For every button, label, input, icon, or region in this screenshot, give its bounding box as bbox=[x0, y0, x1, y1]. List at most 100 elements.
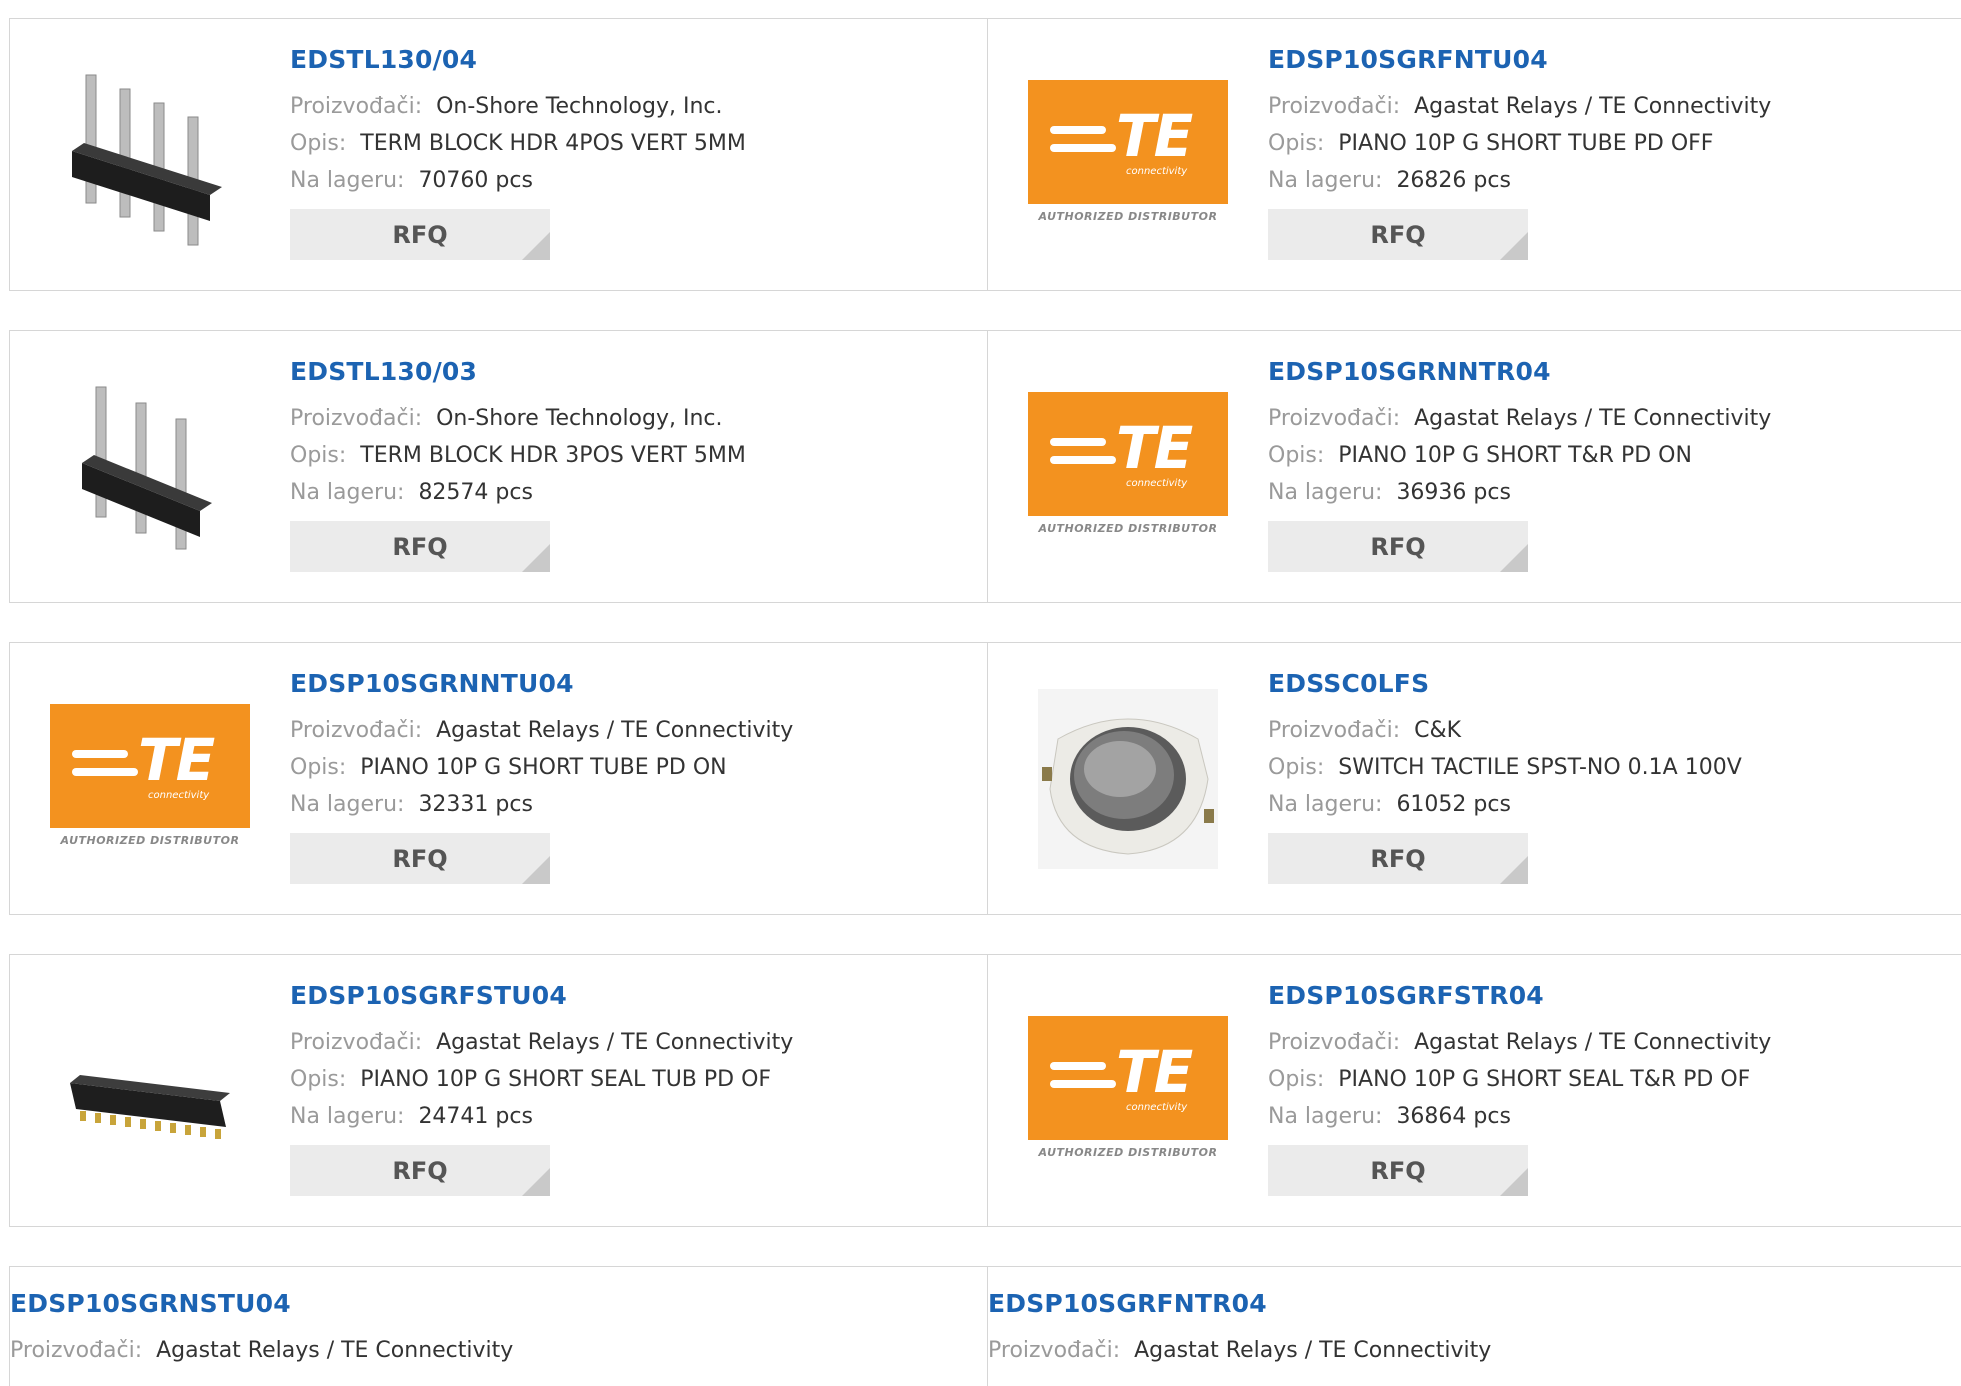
stock-value: 70760 pcs bbox=[418, 168, 533, 193]
stock-value: 36936 pcs bbox=[1396, 480, 1511, 505]
te-logo-letters: TE bbox=[1116, 1038, 1193, 1106]
description-label: Opis: bbox=[290, 755, 347, 780]
stock-label: Na lageru: bbox=[1268, 168, 1383, 193]
manufacturer-value: Agastat Relays / TE Connectivity bbox=[1134, 1338, 1492, 1363]
part-number-link[interactable]: EDSP10SGRNNTR04 bbox=[1268, 357, 1771, 386]
description-label: Opis: bbox=[290, 131, 347, 156]
part-number-link[interactable]: EDSP10SGRFNTU04 bbox=[1268, 45, 1771, 74]
product-image[interactable]: TE connectivity AUTHORIZED DISTRIBUTOR bbox=[1028, 55, 1228, 255]
description-value: SWITCH TACTILE SPST-NO 0.1A 100V bbox=[1338, 755, 1742, 780]
manufacturer-value: Agastat Relays / TE Connectivity bbox=[436, 1030, 794, 1055]
manufacturer-label: Proizvođači: bbox=[1268, 406, 1401, 431]
part-number-link[interactable]: EDSP10SGRFSTR04 bbox=[1268, 981, 1771, 1010]
rfq-button[interactable]: RFQ bbox=[290, 1145, 550, 1196]
product-image[interactable] bbox=[50, 991, 250, 1191]
te-logo-subtitle: connectivity bbox=[1126, 478, 1188, 489]
manufacturer-label: Proizvođači: bbox=[290, 406, 423, 431]
product-row: EDSTL130/03 Proizvođači: On-Shore Technol… bbox=[9, 330, 1961, 603]
description-value: PIANO 10P G SHORT TUBE PD ON bbox=[360, 755, 727, 780]
stock-value: 36864 pcs bbox=[1396, 1104, 1511, 1129]
rfq-button[interactable]: RFQ bbox=[1268, 833, 1528, 884]
part-number-link[interactable]: EDSSC0LFS bbox=[1268, 669, 1742, 698]
part-number-link[interactable]: EDSTL130/03 bbox=[290, 357, 746, 386]
product-card: TE connectivity AUTHORIZED DISTRIBUTOR E… bbox=[10, 643, 988, 914]
corner-decoration bbox=[522, 856, 550, 884]
product-image[interactable] bbox=[1028, 679, 1228, 879]
stock-label: Na lageru: bbox=[1268, 480, 1383, 505]
part-number-link[interactable]: EDSP10SGRFSTU04 bbox=[290, 981, 793, 1010]
manufacturer-value: On-Shore Technology, Inc. bbox=[436, 406, 723, 431]
rfq-label: RFQ bbox=[1370, 220, 1426, 249]
manufacturer-label: Proizvođači: bbox=[1268, 94, 1401, 119]
manufacturer-value: Agastat Relays / TE Connectivity bbox=[1414, 406, 1772, 431]
stock-label: Na lageru: bbox=[290, 1104, 405, 1129]
description-label: Opis: bbox=[290, 443, 347, 468]
product-image[interactable]: TE connectivity AUTHORIZED DISTRIBUTOR bbox=[1028, 367, 1228, 567]
pin-header-image bbox=[72, 74, 222, 246]
product-image[interactable] bbox=[50, 55, 250, 255]
description-value: PIANO 10P G SHORT SEAL TUB PD OF bbox=[360, 1067, 772, 1092]
dip-switch-image bbox=[70, 1075, 230, 1139]
manufacturer-label: Proizvođači: bbox=[988, 1338, 1121, 1363]
authorized-distributor-text: AUTHORIZED DISTRIBUTOR bbox=[1038, 1146, 1218, 1159]
description-value: PIANO 10P G SHORT TUBE PD OFF bbox=[1338, 131, 1714, 156]
rfq-button[interactable]: RFQ bbox=[1268, 209, 1528, 260]
part-number-link[interactable]: EDSP10SGRNNTU04 bbox=[290, 669, 793, 698]
manufacturer-label: Proizvođači: bbox=[1268, 1030, 1401, 1055]
part-number-link[interactable]: EDSTL130/04 bbox=[290, 45, 746, 74]
product-row: EDSP10SGRFSTU04 Proizvođači: Agastat Rela… bbox=[9, 954, 1961, 1227]
te-logo-subtitle: connectivity bbox=[1126, 166, 1188, 177]
manufacturer-label: Proizvođači: bbox=[290, 94, 423, 119]
product-card: EDSTL130/03 Proizvođači: On-Shore Technol… bbox=[10, 331, 988, 602]
product-card: EDSP10SGRFNTR04 Proizvođači: Agastat Rela… bbox=[988, 1267, 1961, 1386]
stock-label: Na lageru: bbox=[1268, 1104, 1383, 1129]
stock-value: 26826 pcs bbox=[1396, 168, 1511, 193]
te-logo-subtitle: connectivity bbox=[148, 790, 210, 801]
description-label: Opis: bbox=[1268, 1067, 1325, 1092]
description-value: TERM BLOCK HDR 4POS VERT 5MM bbox=[360, 131, 746, 156]
te-connectivity-logo: TE connectivity AUTHORIZED DISTRIBUTOR bbox=[1028, 80, 1228, 230]
rfq-button[interactable]: RFQ bbox=[290, 209, 550, 260]
authorized-distributor-text: AUTHORIZED DISTRIBUTOR bbox=[60, 834, 240, 847]
rfq-label: RFQ bbox=[392, 844, 448, 873]
te-connectivity-logo: TE connectivity AUTHORIZED DISTRIBUTOR bbox=[50, 704, 250, 854]
stock-value: 24741 pcs bbox=[418, 1104, 533, 1129]
pin-header-image bbox=[82, 386, 212, 550]
product-image[interactable]: TE connectivity AUTHORIZED DISTRIBUTOR bbox=[1028, 991, 1228, 1191]
manufacturer-value: Agastat Relays / TE Connectivity bbox=[436, 718, 794, 743]
rfq-label: RFQ bbox=[392, 220, 448, 249]
rfq-label: RFQ bbox=[1370, 1156, 1426, 1185]
description-value: TERM BLOCK HDR 3POS VERT 5MM bbox=[360, 443, 746, 468]
manufacturer-value: On-Shore Technology, Inc. bbox=[436, 94, 723, 119]
description-value: PIANO 10P G SHORT T&R PD ON bbox=[1338, 443, 1692, 468]
rfq-label: RFQ bbox=[392, 1156, 448, 1185]
product-row: TE connectivity AUTHORIZED DISTRIBUTOR E… bbox=[9, 642, 1961, 915]
description-label: Opis: bbox=[1268, 443, 1325, 468]
te-logo-letters: TE bbox=[1116, 102, 1193, 170]
rfq-button[interactable]: RFQ bbox=[290, 521, 550, 572]
description-label: Opis: bbox=[290, 1067, 347, 1092]
stock-label: Na lageru: bbox=[1268, 792, 1383, 817]
product-image[interactable] bbox=[50, 367, 250, 567]
te-logo-subtitle: connectivity bbox=[1126, 1102, 1188, 1113]
product-card: TE connectivity AUTHORIZED DISTRIBUTOR E… bbox=[988, 19, 1961, 290]
rfq-button[interactable]: RFQ bbox=[290, 833, 550, 884]
stock-label: Na lageru: bbox=[290, 168, 405, 193]
rfq-button[interactable]: RFQ bbox=[1268, 1145, 1528, 1196]
part-number-link[interactable]: EDSP10SGRFNTR04 bbox=[988, 1289, 1491, 1318]
part-number-link[interactable]: EDSP10SGRNSTU04 bbox=[10, 1289, 513, 1318]
product-card: EDSP10SGRFSTU04 Proizvođači: Agastat Rela… bbox=[10, 955, 988, 1226]
tactile-switch-image bbox=[1038, 689, 1218, 869]
corner-decoration bbox=[522, 544, 550, 572]
te-connectivity-logo: TE connectivity AUTHORIZED DISTRIBUTOR bbox=[1028, 1016, 1228, 1166]
manufacturer-value: Agastat Relays / TE Connectivity bbox=[1414, 1030, 1772, 1055]
product-image[interactable]: TE connectivity AUTHORIZED DISTRIBUTOR bbox=[50, 679, 250, 879]
rfq-button[interactable]: RFQ bbox=[1268, 521, 1528, 572]
rfq-label: RFQ bbox=[1370, 532, 1426, 561]
product-card: EDSTL130/04 Proizvođači: On-Shore Technol… bbox=[10, 19, 988, 290]
product-card: EDSSC0LFS Proizvođači: C&K Opis: SWITCH TA… bbox=[988, 643, 1961, 914]
te-connectivity-logo: TE connectivity AUTHORIZED DISTRIBUTOR bbox=[1028, 392, 1228, 542]
corner-decoration bbox=[1500, 232, 1528, 260]
manufacturer-label: Proizvođači: bbox=[290, 718, 423, 743]
product-card: TE connectivity AUTHORIZED DISTRIBUTOR E… bbox=[988, 331, 1961, 602]
